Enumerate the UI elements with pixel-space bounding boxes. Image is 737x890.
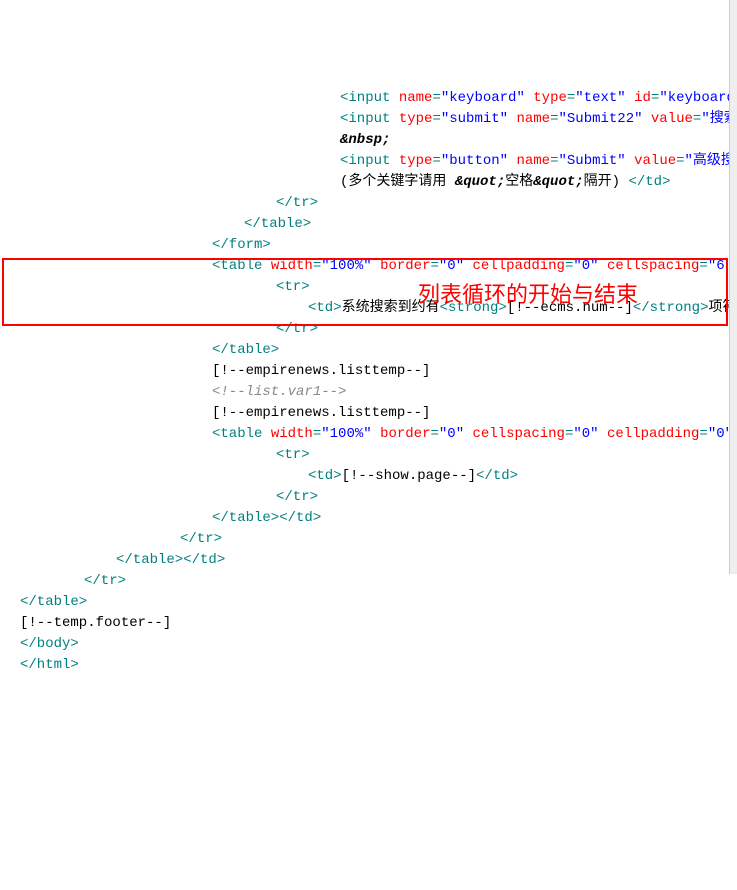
code-token: border (380, 426, 430, 442)
code-line: </table> (20, 214, 737, 235)
code-token: </html> (20, 657, 79, 673)
code-token: [!--show.page--] (342, 468, 476, 484)
code-token: </table> (212, 342, 279, 358)
code-token: name (516, 111, 550, 127)
code-token: &nbsp; (340, 132, 390, 148)
code-line: </table> (20, 592, 737, 613)
code-token: &quot; (455, 174, 505, 190)
code-line: [!--temp.footer--] (20, 613, 737, 634)
code-token: "0" (573, 426, 598, 442)
code-token: <tr> (276, 447, 310, 463)
code-token: value (651, 111, 693, 127)
code-token: </table> (212, 510, 279, 526)
code-line: <input name="keyboard" type="text" id="k… (20, 88, 737, 109)
code-token: type (533, 90, 567, 106)
code-token: <td> (308, 468, 342, 484)
code-token: width (271, 426, 313, 442)
code-line: </table> (20, 340, 737, 361)
code-token: name (516, 153, 550, 169)
code-line: (多个关键字请用 &quot;空格&quot;隔开) </td> (20, 172, 737, 193)
code-line: </tr> (20, 571, 737, 592)
code-token: type (399, 111, 433, 127)
code-token: </td> (628, 174, 670, 190)
code-token: </tr> (276, 489, 318, 505)
scrollbar-vertical[interactable] (729, 0, 737, 574)
code-token: [!--empirenews.listtemp--] (212, 363, 430, 379)
code-line: </table></td> (20, 508, 737, 529)
code-token: "100%" (321, 426, 371, 442)
code-line: &nbsp; (20, 130, 737, 151)
annotation-label: 列表循环的开始与结束 (418, 278, 638, 311)
code-line: </form> (20, 235, 737, 256)
code-line: [!--empirenews.listtemp--] (20, 403, 737, 424)
code-line: <td>[!--show.page--]</td> (20, 466, 737, 487)
code-token: <table (212, 426, 262, 442)
code-token: "keyboard" (441, 90, 525, 106)
code-token: "Submit22" (558, 111, 642, 127)
code-line: <input type="submit" name="Submit22" val… (20, 109, 737, 130)
code-line: </table></td> (20, 550, 737, 571)
code-token: <input (340, 111, 390, 127)
code-token: "text" (575, 90, 625, 106)
code-token: "0" (439, 426, 464, 442)
code-token: </td> (279, 510, 321, 526)
code-token: &quot; (533, 174, 583, 190)
code-token: <!--list.var1--> (212, 384, 346, 400)
code-token: "button" (441, 153, 508, 169)
code-token: </table> (20, 594, 87, 610)
code-token: (多个关键字请用 (340, 174, 455, 190)
code-line: </body> (20, 634, 737, 655)
code-line: <input type="button" name="Submit" value… (20, 151, 737, 172)
code-token: value (634, 153, 676, 169)
code-token: </td> (476, 468, 518, 484)
code-token: [!--temp.footer--] (20, 615, 171, 631)
code-token: "keyboard" (659, 90, 737, 106)
code-line: <table width="100%" border="0" cellspaci… (20, 424, 737, 445)
code-line: <!--list.var1--> (20, 382, 737, 403)
code-token: "Submit" (558, 153, 625, 169)
code-editor-content: <input name="keyboard" type="text" id="k… (20, 88, 737, 676)
code-token: </table> (116, 552, 183, 568)
code-token: cellspacing (473, 426, 565, 442)
code-token: id (634, 90, 651, 106)
code-token: </table> (244, 216, 311, 232)
code-token: 隔开) (584, 174, 629, 190)
code-token: <input (340, 90, 390, 106)
code-line: <tr> (20, 445, 737, 466)
code-token: </tr> (84, 573, 126, 589)
code-token: name (399, 90, 433, 106)
code-token: "submit" (441, 111, 508, 127)
code-token: </tr> (276, 195, 318, 211)
code-token: </td> (183, 552, 225, 568)
code-token: type (399, 153, 433, 169)
code-line: </html> (20, 655, 737, 676)
code-line: </tr> (20, 487, 737, 508)
code-token: </body> (20, 636, 79, 652)
code-line: </tr> (20, 529, 737, 550)
code-token: [!--empirenews.listtemp--] (212, 405, 430, 421)
code-token: <input (340, 153, 390, 169)
code-token: </form> (212, 237, 271, 253)
code-token: cellpadding (607, 426, 699, 442)
code-line: </tr> (20, 193, 737, 214)
code-token: 空格 (505, 174, 533, 190)
code-token: </tr> (180, 531, 222, 547)
code-line: [!--empirenews.listtemp--] (20, 361, 737, 382)
